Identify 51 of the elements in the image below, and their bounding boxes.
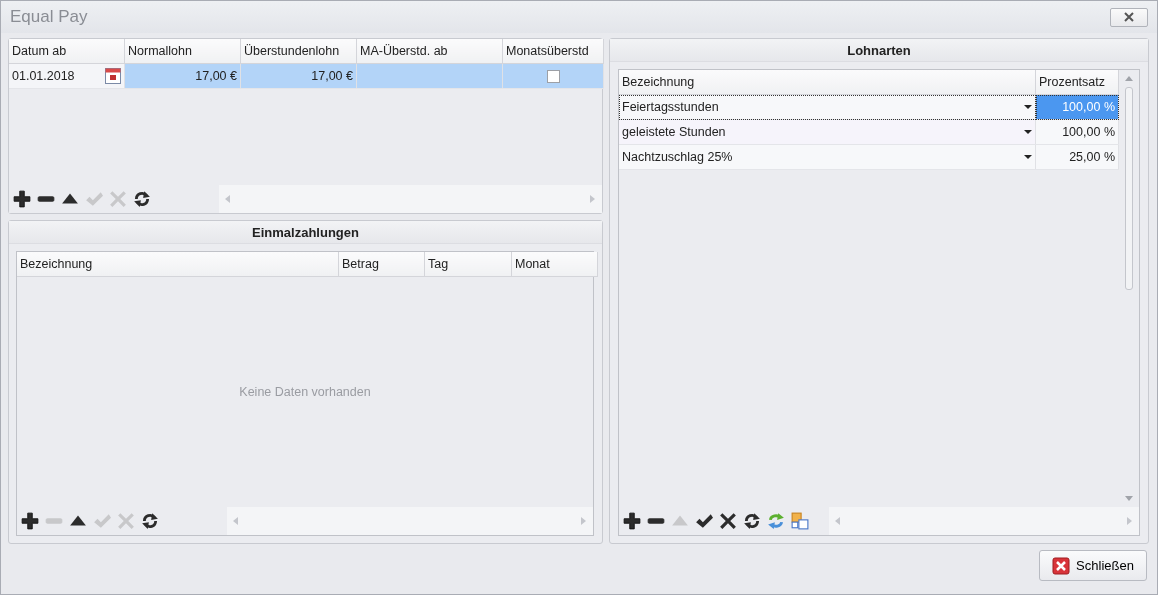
column-header[interactable]: Monat bbox=[511, 252, 598, 277]
plus-icon[interactable] bbox=[623, 512, 641, 530]
scroll-left-icon[interactable] bbox=[225, 195, 231, 203]
column-header[interactable]: Bezeichnung bbox=[619, 70, 1036, 95]
checkmark-icon[interactable] bbox=[695, 512, 713, 530]
column-header[interactable]: Tag bbox=[424, 252, 512, 277]
column-header[interactable]: Normallohn bbox=[124, 39, 241, 64]
scroll-left-icon[interactable] bbox=[233, 517, 239, 525]
x-icon[interactable] bbox=[719, 512, 737, 530]
close-icon[interactable] bbox=[1110, 7, 1148, 27]
close-button[interactable]: Schließen bbox=[1039, 550, 1147, 581]
column-header[interactable]: Prozentsatz bbox=[1035, 70, 1119, 95]
scroll-up-icon[interactable] bbox=[1125, 76, 1133, 81]
copy-icon[interactable] bbox=[791, 512, 809, 530]
refresh-icon[interactable] bbox=[141, 512, 159, 530]
table-cell: 01.01.2018 bbox=[12, 69, 75, 83]
table-cell: 100,00 % bbox=[1035, 94, 1119, 120]
column-header[interactable]: Datum ab bbox=[9, 39, 125, 64]
column-header[interactable]: Überstundenlohn bbox=[240, 39, 357, 64]
dropdown-arrow-icon[interactable] bbox=[1024, 129, 1032, 135]
scroll-left-icon[interactable] bbox=[835, 517, 841, 525]
refresh-icon[interactable] bbox=[743, 512, 761, 530]
table-cell: 25,00 % bbox=[1035, 144, 1119, 170]
column-header[interactable]: Monatsüberstd bbox=[502, 39, 604, 64]
panel-title: Einmalzahlungen bbox=[252, 224, 359, 240]
checkbox[interactable] bbox=[546, 69, 560, 83]
column-header[interactable]: Bezeichnung bbox=[17, 252, 339, 277]
scroll-right-icon[interactable] bbox=[590, 195, 596, 203]
panel-title: Lohnarten bbox=[847, 42, 911, 58]
scroll-thumb[interactable] bbox=[1125, 87, 1133, 290]
horizontal-scrollbar[interactable] bbox=[829, 507, 1139, 535]
close-icon bbox=[1052, 556, 1071, 575]
table-cell: 100,00 % bbox=[1035, 119, 1119, 145]
horizontal-scrollbar[interactable] bbox=[227, 507, 593, 535]
refresh-icon[interactable] bbox=[133, 190, 151, 208]
column-header[interactable]: MA-Überstd. ab bbox=[356, 39, 503, 64]
scroll-right-icon[interactable] bbox=[581, 517, 587, 525]
dropdown-arrow-icon[interactable] bbox=[1024, 104, 1032, 110]
scroll-down-icon[interactable] bbox=[1125, 496, 1133, 501]
plus-icon[interactable] bbox=[21, 512, 39, 530]
window-title: Equal Pay bbox=[10, 7, 88, 27]
scroll-right-icon[interactable] bbox=[1127, 517, 1133, 525]
empty-message: Keine Daten vorhanden bbox=[239, 385, 371, 399]
horizontal-scrollbar[interactable] bbox=[219, 185, 602, 213]
dropdown-arrow-icon[interactable] bbox=[1024, 154, 1032, 160]
sync-icon[interactable] bbox=[767, 512, 785, 530]
plus-icon[interactable] bbox=[13, 190, 31, 208]
table-cell: 17,00 € bbox=[240, 63, 357, 89]
table-cell: 17,00 € bbox=[124, 63, 241, 89]
column-header[interactable]: Betrag bbox=[338, 252, 425, 277]
calendar-icon[interactable] bbox=[105, 68, 121, 84]
